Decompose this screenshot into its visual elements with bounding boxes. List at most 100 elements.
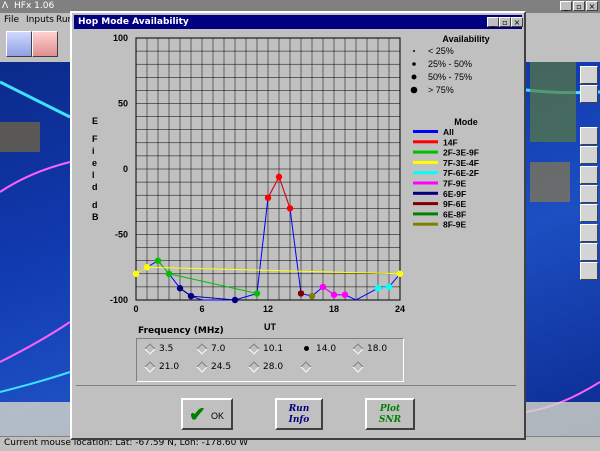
globe2-tool-icon[interactable] [580,224,598,242]
frequency-radio[interactable]: 28.0 [248,360,284,373]
plot-snr-button[interactable]: Plot SNR [365,398,415,430]
antenna-tool-icon[interactable] [580,204,598,222]
frequency-radio[interactable]: 10.1 [248,342,284,355]
availability-marker [410,86,418,94]
frequency-radio[interactable] [352,360,367,373]
frequency-radio-label: 21.0 [159,362,180,372]
grid-tool-icon[interactable] [580,185,598,203]
data-point [143,264,151,271]
mode-swatch [413,222,438,226]
menu-file[interactable]: File [4,15,19,25]
data-point [165,270,173,277]
app-icon: Λ [2,1,9,11]
mode-label: 8F-9E [443,220,466,230]
data-point [286,205,294,212]
frequency-radio[interactable] [300,360,315,373]
data-point [319,283,327,291]
availability-marker [413,50,415,52]
x-tick-labels: 0 6 12 18 24 [133,304,405,314]
x-tick-label: 0 [133,304,138,314]
data-point [176,285,184,292]
x-axis-label: UT [264,322,276,332]
availability-label: 25% - 50% [428,59,472,69]
data-point [396,270,404,277]
radio-indicator [352,342,364,355]
frequency-radio[interactable]: 21.0 [144,360,180,373]
frequency-radio-label: 3.5 [159,344,174,354]
earth-tool-icon[interactable] [580,166,598,184]
chart-grid [135,37,401,301]
mode-swatch [413,130,438,133]
info-tool-icon[interactable] [580,262,598,280]
dialog-minimize-button[interactable]: _ [487,17,499,27]
y-tick-label: 100 [113,33,128,43]
radio-indicator [144,360,156,373]
data-point [264,194,272,202]
app-title: HFx 1.06 [14,1,55,11]
data-point [132,270,140,277]
y-tick-label: -50 [115,230,128,240]
pencil-tool-icon[interactable] [580,243,598,261]
radio-indicator [248,360,260,373]
frequency-radio[interactable]: 3.5 [144,342,174,355]
mode-label: 6E-9F [443,189,466,199]
frequency-radio-label: 28.0 [263,362,284,372]
y-tick-label: 50 [118,99,128,109]
radio-indicator [248,342,260,355]
minimize-button[interactable]: _ [560,1,572,11]
ok-button-label: OK [211,411,225,421]
maximize-button[interactable]: ▫ [573,1,585,11]
checkmark-icon: ✔ [189,402,206,426]
availability-legend: < 25% 25% - 50% 50% - 75% > 75% [410,46,472,95]
mode-label: 7F-9E [443,179,466,189]
mode-swatch [413,160,438,164]
radio-indicator [300,360,312,373]
availability-label: 50% - 75% [428,72,472,82]
radio-indicator [144,342,156,355]
y-tick-label: -100 [110,295,128,305]
mode-label: 7F-6E-2F [443,168,479,178]
x-tick-label: 24 [395,304,405,314]
run-info-label: Run Info [288,404,310,425]
frequency-radio[interactable]: 14.0 [302,344,336,354]
mode-label: 6E-8F [443,209,466,219]
layers-tool-icon[interactable] [580,85,598,103]
mode-label: All [443,127,454,137]
ok-button[interactable]: ✔ OK [181,398,233,430]
frequency-radio-label: 7.0 [211,344,226,354]
data-point [154,257,162,264]
frequency-radio-label: 14.0 [316,344,337,354]
close-button[interactable]: × [586,1,598,11]
chart-tool-icon[interactable] [32,31,58,57]
frequency-radio[interactable]: 24.5 [196,360,231,373]
dialog-close-button[interactable]: × [511,17,523,27]
mode-swatch [413,212,438,216]
run-info-button[interactable]: Run Info [275,398,323,430]
frequency-radio-label: 18.0 [367,344,388,354]
mode-legend: All14F2F-3E-9F7F-3E-4F7F-6E-2F7F-9E6E-9F… [413,127,479,230]
dialog-titlebar: Hop Mode Availability _ ▫ × [74,15,523,29]
data-point [275,173,283,181]
data-point [341,291,349,298]
frequency-radio[interactable]: 7.0 [196,342,226,355]
frequency-radio[interactable]: 18.0 [352,342,388,355]
frequency-radio-label: 10.1 [263,344,284,354]
radio-indicator [196,342,208,355]
availability-label: > 75% [428,85,454,95]
data-point [308,292,316,300]
dialog-maximize-button[interactable]: ▫ [499,17,511,27]
radio-indicator [304,346,309,351]
availability-legend-title: Availability [442,34,489,44]
map-tool-icon[interactable] [6,31,32,57]
radio-indicator [196,360,208,373]
globe-tool-icon[interactable] [580,66,598,84]
station-tool-icon[interactable] [580,146,598,164]
menu-inputs[interactable]: Inputs [26,15,54,25]
y-tick-labels: 100 50 0 -50 -100 [110,33,128,305]
mode-swatch [413,202,438,206]
plot-snr-label: Plot SNR [378,404,402,425]
mode-swatch [413,181,438,185]
route-tool-icon[interactable] [580,127,598,145]
availability-label: < 25% [428,46,454,56]
x-tick-label: 12 [263,304,273,314]
